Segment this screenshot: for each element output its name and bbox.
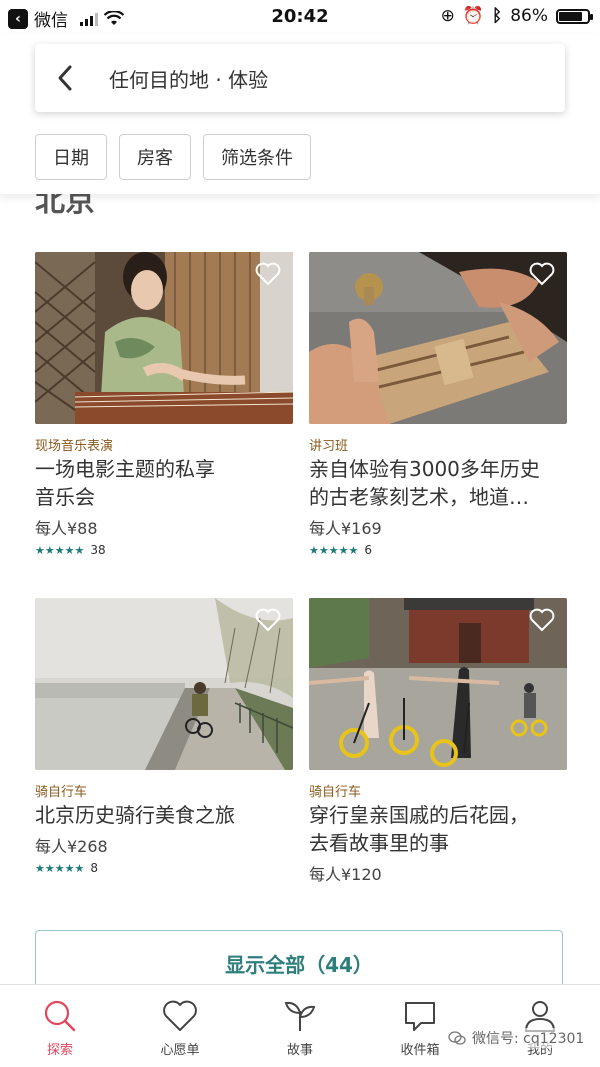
experience-price: 每人¥88 [35,519,98,538]
battery-percent: 86% [510,6,548,26]
top-panel: 任何目的地 · 体验 日期 房客 筛选条件 [0,34,600,194]
watermark-text: 微信号: cq12301 [472,1031,585,1047]
experience-category: 骑自行车 [309,785,362,800]
experience-rating: ★★★★★ 38 [35,543,293,557]
experience-photo[interactable] [309,598,567,770]
heart-icon[interactable] [255,608,281,632]
experience-category: 讲习班 [309,439,349,454]
search-bar[interactable]: 任何目的地 · 体验 [35,44,565,112]
bottom-tab-bar: 探索 心愿单 故事 收件箱 我的 [0,984,600,1067]
tab-explore[interactable]: 探索 [0,985,120,1067]
experience-card[interactable]: 骑自行车 北京历史骑行美食之旅 每人¥268 ★★★★★ 8 [35,598,293,875]
chevron-left-icon [58,65,72,91]
experience-price: 每人¥268 [35,837,108,856]
tab-stories[interactable]: 故事 [240,985,360,1067]
experience-title: 北京历史骑行美食之旅 [35,803,235,827]
tab-label: 收件箱 [400,1043,440,1058]
star-rating-icon: ★★★★★ [309,543,359,557]
filter-date-button[interactable]: 日期 [35,134,107,180]
search-title[interactable]: 任何目的地 · 体验 [109,64,268,93]
wechat-watermark: 微信号: cq12301 [448,1028,585,1048]
status-bar: ‹ 微信 20:42 ⊕ ⏰ ᛒ 86% [0,0,600,34]
chat-bubble-icon [405,1002,435,1031]
experience-rating: ★★★★★ 6 [309,543,567,557]
star-rating-icon: ★★★★★ [35,543,85,557]
experience-category: 骑自行车 [35,785,88,800]
status-right: ⊕ ⏰ ᛒ 86% [440,6,593,26]
tab-label: 心愿单 [160,1043,200,1058]
review-count: 38 [90,543,106,557]
wechat-icon [448,1031,466,1045]
filter-bar: 日期 房客 筛选条件 [35,134,311,180]
filter-guests-button[interactable]: 房客 [119,134,191,180]
bluetooth-icon: ᛒ [492,6,503,26]
experience-card[interactable]: 骑自行车 穿行皇亲国戚的后花园， 去看故事里的事 每人¥120 [309,598,567,885]
lock-rotation-icon: ⊕ [440,6,455,26]
tab-label: 探索 [46,1043,73,1058]
heart-icon[interactable] [529,262,555,286]
star-rating-icon: ★★★★★ [35,861,85,875]
experience-price: 每人¥169 [309,519,382,538]
experience-photo[interactable] [35,598,293,770]
tab-profile[interactable]: 我的 [480,985,600,1067]
tab-label: 故事 [286,1043,313,1058]
experience-card[interactable]: 讲习班 亲自体验有3000多年历史 的古老篆刻艺术，地道… 每人¥169 ★★★… [309,252,567,557]
battery-icon [556,8,593,24]
alarm-icon: ⏰ [462,6,484,26]
heart-icon[interactable] [255,262,281,286]
tab-inbox[interactable]: 收件箱 [360,985,480,1067]
review-count: 6 [364,543,372,557]
back-button[interactable] [35,44,95,112]
experience-photo[interactable] [309,252,567,424]
experience-rating: ★★★★★ 8 [35,861,293,875]
review-count: 8 [90,861,98,875]
experience-title: 穿行皇亲国戚的后花园， 去看故事里的事 [309,803,529,855]
heart-icon [163,1000,197,1031]
experience-category: 现场音乐表演 [35,439,114,454]
sprout-icon [284,1001,316,1031]
experience-price: 每人¥120 [309,865,382,884]
experience-title: 亲自体验有3000多年历史 的古老篆刻艺术，地道… [309,457,540,509]
experience-title: 一场电影主题的私享 音乐会 [35,457,215,509]
heart-icon[interactable] [529,608,555,632]
tab-wishlist[interactable]: 心愿单 [120,985,240,1067]
filter-conditions-button[interactable]: 筛选条件 [203,134,311,180]
experience-card[interactable]: 现场音乐表演 一场电影主题的私享 音乐会 每人¥88 ★★★★★ 38 [35,252,293,557]
experience-photo[interactable] [35,252,293,424]
search-icon [44,1000,76,1032]
